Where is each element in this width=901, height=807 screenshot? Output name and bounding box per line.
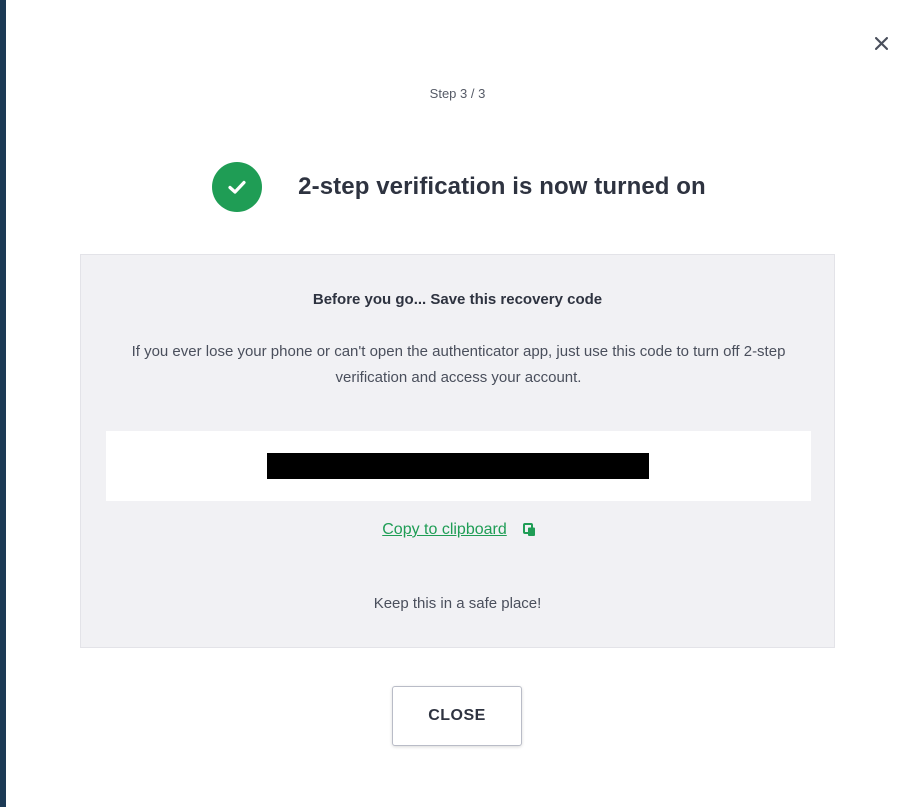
check-circle-icon <box>212 162 263 212</box>
checkmark-glyph <box>228 180 246 194</box>
step-indicator: Step 3 / 3 <box>429 86 486 101</box>
left-edge-bar <box>0 0 6 807</box>
recovery-code-box <box>106 431 811 501</box>
keep-safe-note: Keep this in a safe place! <box>373 595 542 612</box>
recovery-panel-title: Before you go... Save this recovery code <box>312 291 603 308</box>
recovery-code-panel: Before you go... Save this recovery code… <box>80 254 835 648</box>
dialog-title: 2-step verification is now turned on <box>298 173 706 200</box>
close-icon[interactable] <box>868 30 894 56</box>
close-icon-glyph <box>874 36 888 50</box>
heading-row: 2-step verification is now turned on <box>0 162 901 212</box>
copy-row: Copy to clipboard <box>81 521 836 539</box>
recovery-panel-description: If you ever lose your phone or can't ope… <box>131 343 786 386</box>
recovery-code-redacted <box>267 453 649 479</box>
dialog-page: Step 3 / 3 2-step verification is now tu… <box>0 0 901 807</box>
copy-to-clipboard-link[interactable]: Copy to clipboard <box>382 521 507 539</box>
close-button[interactable]: CLOSE <box>392 686 522 746</box>
copy-icon[interactable] <box>522 523 537 537</box>
